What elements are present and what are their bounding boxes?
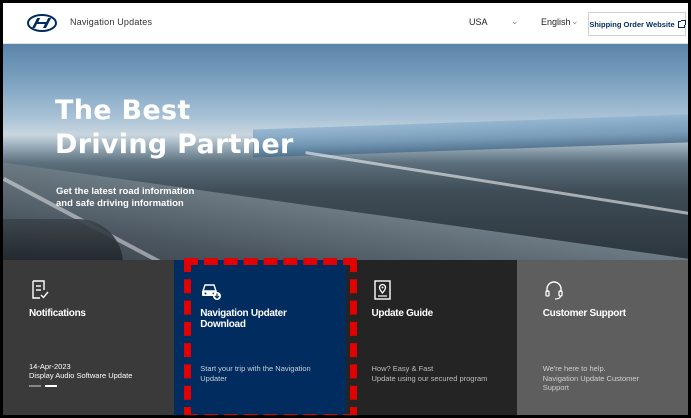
card-title: Customer Support <box>542 308 626 319</box>
navigation-updater-download-card[interactable]: Navigation Updater Download Start your t… <box>174 260 346 415</box>
card-title-line: Navigation Updater <box>200 308 287 319</box>
chevron-down-icon[interactable]: ⌄ <box>511 16 519 27</box>
map-pin-guide-icon <box>373 280 391 300</box>
customer-support-card[interactable]: Customer Support We're here to help. Nav… <box>516 260 688 415</box>
country-selector[interactable]: USA <box>469 17 488 27</box>
site-title: Navigation Updates <box>70 17 153 27</box>
card-title: Notifications <box>29 308 86 319</box>
chevron-down-icon[interactable]: ⌄ <box>571 16 579 27</box>
card-title: Update Guide <box>371 308 434 319</box>
card-description: How? Easy & Fast Update using our secure… <box>372 364 512 383</box>
hyundai-logo-icon[interactable] <box>27 14 57 32</box>
feature-cards: Notifications 14-Apr-2023 Display Audio … <box>3 260 688 415</box>
card-description: Start your trip with the Navigation Upda… <box>200 364 340 383</box>
card-description-line: Update using our secured program <box>371 373 488 383</box>
language-selector[interactable]: English <box>541 17 571 27</box>
headset-icon <box>545 281 563 300</box>
notification-text[interactable]: Display Audio Software Update <box>29 371 132 380</box>
document-check-icon <box>32 280 49 299</box>
hero-title: The Best Driving Partner <box>55 94 294 162</box>
carousel-dot-active[interactable] <box>45 385 57 387</box>
card-description-line: Navigation Update Customer <box>542 373 640 383</box>
card-description-line: We're here to help. <box>542 364 606 373</box>
shipping-order-website-button[interactable]: Shipping Order Website <box>588 12 686 36</box>
notifications-card[interactable]: Notifications 14-Apr-2023 Display Audio … <box>3 260 175 415</box>
road-line <box>305 151 688 220</box>
notification-date: 14-Apr-2023 <box>29 362 71 371</box>
card-description-line: How? Easy & Fast <box>371 364 434 373</box>
top-header: Navigation Updates USA ⌄ English ⌄ Shipp… <box>3 3 688 44</box>
card-title: Navigation Updater Download <box>200 308 350 330</box>
card-description-line: Start your trip with the Navigation <box>200 364 311 373</box>
hero-sea-graphic <box>253 114 688 158</box>
update-guide-card[interactable]: Update Guide How? Easy & Fast Update usi… <box>345 260 517 415</box>
card-description: We're here to help. Navigation Update Cu… <box>543 364 683 393</box>
card-title-line: Download <box>200 319 246 330</box>
car-download-icon <box>202 284 222 300</box>
card-description-line: Updater <box>200 373 227 383</box>
hero-title-line: The Best <box>55 95 191 126</box>
hero-title-line: Driving Partner <box>55 129 294 160</box>
carousel-dot[interactable] <box>29 385 41 387</box>
hero-subtitle-line: and safe driving information <box>56 198 184 209</box>
shipping-button-label: Shipping Order Website <box>589 19 675 29</box>
card-description-line: Support <box>542 383 570 392</box>
hero-subtitle: Get the latest road information and safe… <box>56 186 194 210</box>
page-frame: Navigation Updates USA ⌄ English ⌄ Shipp… <box>0 0 691 418</box>
hero-subtitle-line: Get the latest road information <box>56 186 195 197</box>
hero-banner: The Best Driving Partner Get the latest … <box>3 44 688 260</box>
external-link-icon <box>677 19 686 28</box>
carousel-indicators <box>29 385 57 387</box>
